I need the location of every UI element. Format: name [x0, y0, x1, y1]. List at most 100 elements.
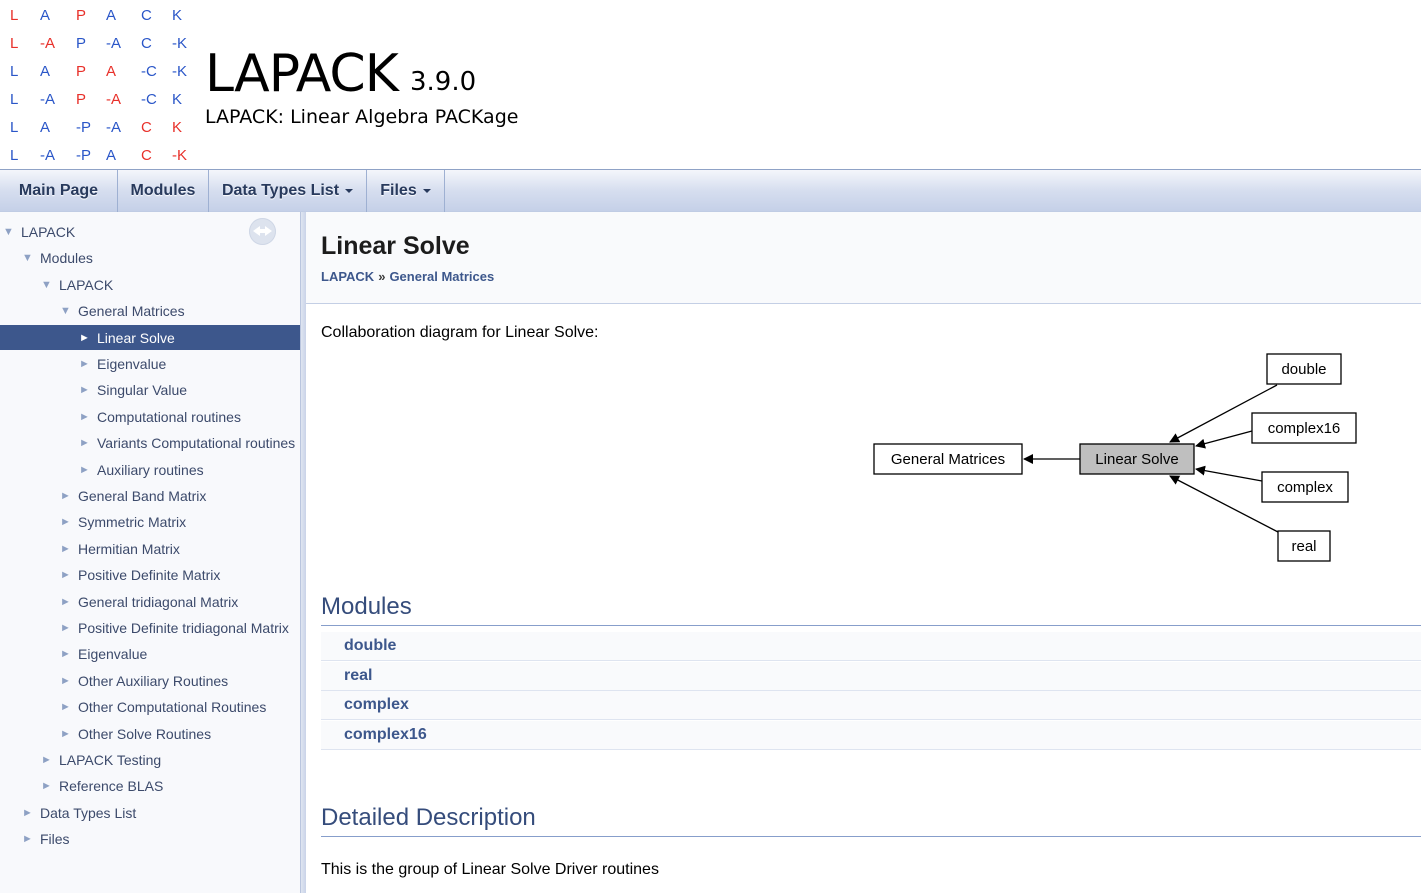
nav-files[interactable]: Files [367, 170, 445, 212]
tree-item[interactable]: ► Singular Value [0, 377, 300, 403]
tree-item[interactable]: ► Symmetric Matrix [0, 509, 300, 535]
tree-item[interactable]: ► Linear Solve [0, 324, 300, 351]
collapsed-arrow-icon[interactable]: ► [79, 325, 90, 351]
logo-letter: -P [76, 119, 91, 136]
tree-item-label: Modules [40, 250, 93, 267]
tree-item[interactable]: ► Other Computational Routines [0, 694, 300, 720]
expanded-arrow-icon[interactable]: ▼ [22, 245, 33, 271]
nav-data-types[interactable]: Data Types List [209, 170, 367, 212]
logo-letter: C [141, 7, 152, 24]
collapsed-arrow-icon[interactable]: ► [60, 721, 71, 747]
sidebar-resize-handle[interactable] [300, 212, 306, 893]
node-general-matrices[interactable]: General Matrices [873, 443, 1023, 475]
nav-main-page[interactable]: Main Page [0, 170, 118, 212]
tree-item[interactable]: ► General Band Matrix [0, 483, 300, 509]
logo-letter: L [10, 147, 19, 164]
edge-complex [1195, 465, 1263, 482]
tree-item[interactable]: ► General tridiagonal Matrix [0, 589, 300, 615]
node-double[interactable]: double [1266, 353, 1342, 385]
logo-letter: -C [141, 91, 157, 108]
nav-modules[interactable]: Modules [118, 170, 209, 212]
node-double-label: double [1281, 361, 1326, 378]
expanded-arrow-icon[interactable]: ▼ [3, 219, 14, 245]
tree-item[interactable]: ▼ General Matrices [0, 298, 300, 324]
collapsed-arrow-icon[interactable]: ► [60, 694, 71, 720]
collapsed-arrow-icon[interactable]: ► [60, 509, 71, 535]
project-brief: LAPACK: Linear Algebra PACKage [205, 106, 519, 128]
tree-item-label: Computational routines [97, 408, 241, 425]
tree-item[interactable]: ► Auxiliary routines [0, 457, 300, 483]
logo-letter: L [10, 7, 19, 24]
logo-letter: -A [106, 119, 121, 136]
logo-letter: -A [40, 147, 55, 164]
breadcrumb: LAPACK » General Matrices [321, 269, 494, 284]
collapsed-arrow-icon[interactable]: ► [41, 773, 52, 799]
collapsed-arrow-icon[interactable]: ► [60, 668, 71, 694]
tree-item-label: LAPACK [21, 224, 76, 240]
collapsed-arrow-icon[interactable]: ► [41, 747, 52, 773]
tree-item[interactable]: ► Other Auxiliary Routines [0, 668, 300, 694]
logo-letter: A [106, 7, 117, 24]
logo-letter: A [106, 63, 117, 80]
tree-item[interactable]: ► Positive Definite Matrix [0, 562, 300, 588]
tree-item-label: Positive Definite Matrix [78, 567, 221, 584]
collapsed-arrow-icon[interactable]: ► [79, 377, 90, 403]
collapsed-arrow-icon[interactable]: ► [60, 641, 71, 667]
module-link-complex16[interactable]: complex16 [344, 726, 427, 744]
logo-letter: -C [141, 63, 157, 80]
collapsed-arrow-icon[interactable]: ► [60, 615, 71, 641]
breadcrumb-lapack[interactable]: LAPACK [321, 269, 374, 284]
main-nav: Main Page Modules Data Types List Files [0, 169, 1421, 212]
collapsed-arrow-icon[interactable]: ► [22, 826, 33, 852]
module-link-double[interactable]: double [344, 637, 396, 655]
tree-item[interactable]: ► Other Solve Routines [0, 721, 300, 747]
node-complex[interactable]: complex [1261, 471, 1349, 503]
module-row: complex [321, 691, 1421, 720]
page-header: L A P A C K L -A P -A C -K L A P A -C -K L -A P -A -C K L A -P -A C K… [0, 0, 1421, 169]
logo-letter: K [172, 91, 183, 108]
collapsed-arrow-icon[interactable]: ► [60, 483, 71, 509]
tree-item[interactable]: ▼ Modules [0, 245, 300, 271]
tree-item[interactable]: ► Eigenvalue [0, 641, 300, 667]
logo-letter: A [106, 147, 117, 164]
tree-item[interactable]: ► LAPACK Testing [0, 747, 300, 773]
tree-item-label: LAPACK Testing [59, 752, 162, 768]
breadcrumb-general-matrices[interactable]: General Matrices [389, 269, 494, 284]
tree-item[interactable]: ► Computational routines [0, 404, 300, 430]
collapsed-arrow-icon[interactable]: ► [22, 800, 33, 826]
tree-item[interactable]: ▼ LAPACK [0, 272, 300, 298]
modules-heading: Modules [321, 593, 412, 620]
collapsed-arrow-icon[interactable]: ► [60, 536, 71, 562]
collapsed-arrow-icon[interactable]: ► [79, 404, 90, 430]
node-linear-solve-label: Linear Solve [1095, 451, 1178, 468]
tree-item[interactable]: ► Reference BLAS [0, 773, 300, 799]
collaboration-caption: Collaboration diagram for Linear Solve: [321, 324, 599, 341]
tree-item-label: Other Solve Routines [78, 725, 212, 742]
nav-files-label: Files [380, 182, 417, 199]
module-link-complex[interactable]: complex [344, 696, 409, 714]
tree-item[interactable]: ► Variants Computational routines [0, 430, 300, 456]
node-real[interactable]: real [1277, 530, 1331, 562]
project-version: 3.9.0 [410, 67, 477, 97]
tree-item[interactable]: ► Data Types List [0, 800, 300, 826]
collapsed-arrow-icon[interactable]: ► [79, 351, 90, 377]
module-link-real[interactable]: real [344, 667, 372, 685]
logo-letter: C [141, 119, 152, 136]
tree-item-label: Data Types List [40, 804, 137, 821]
collapsed-arrow-icon[interactable]: ► [60, 589, 71, 615]
module-row: complex16 [321, 721, 1421, 750]
tree-item-label: Auxiliary routines [97, 461, 204, 478]
tree-item[interactable]: ► Positive Definite tridiagonal Matrix [0, 615, 300, 641]
node-complex16[interactable]: complex16 [1251, 412, 1357, 444]
collapsed-arrow-icon[interactable]: ► [79, 430, 90, 456]
collapsed-arrow-icon[interactable]: ► [79, 457, 90, 483]
tree-item[interactable]: ► Hermitian Matrix [0, 536, 300, 562]
tree-item[interactable]: ► Eigenvalue [0, 351, 300, 377]
expanded-arrow-icon[interactable]: ▼ [41, 272, 52, 298]
tree-item[interactable]: ► Files [0, 826, 300, 852]
tree-item-label: Positive Definite tridiagonal Matrix [78, 620, 289, 636]
tree-item-label: Other Auxiliary Routines [78, 672, 229, 689]
expanded-arrow-icon[interactable]: ▼ [60, 298, 71, 324]
collapsed-arrow-icon[interactable]: ► [60, 562, 71, 588]
sync-toggle-icon[interactable] [249, 218, 276, 245]
